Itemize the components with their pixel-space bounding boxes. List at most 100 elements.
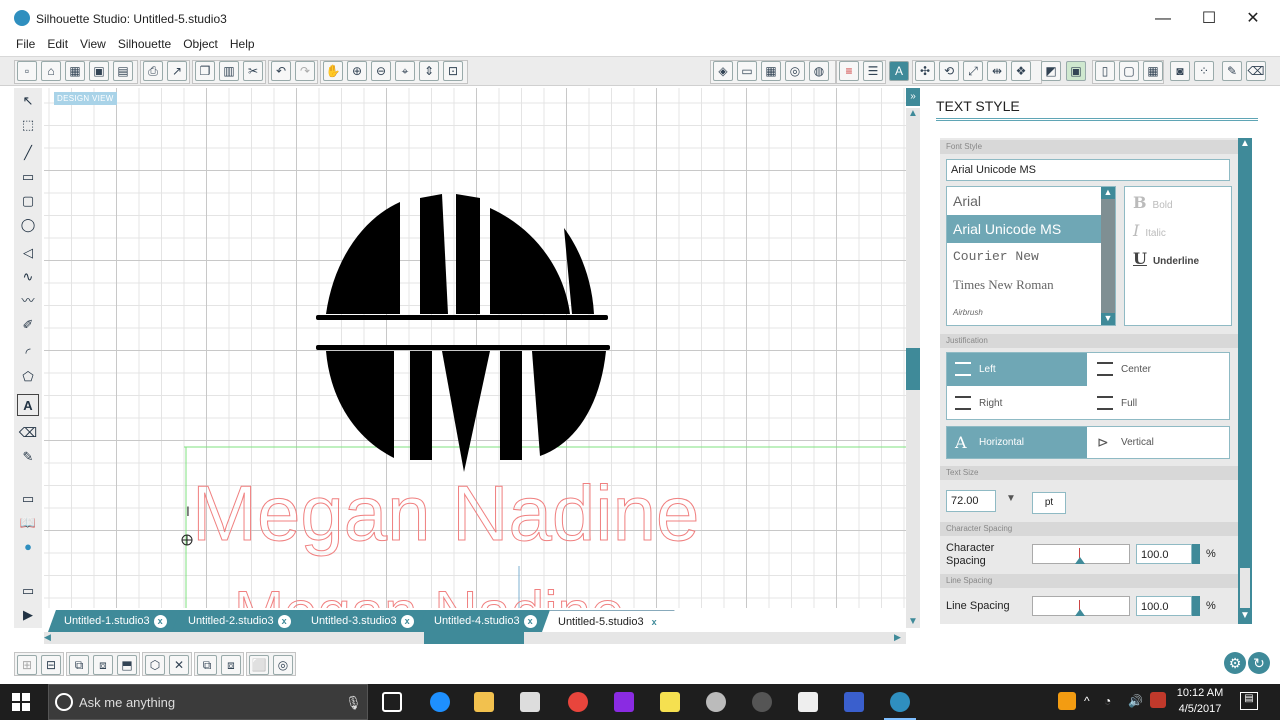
doc-tab-4[interactable]: Untitled-4.studio3 x [418,610,551,632]
tab-close-icon[interactable]: x [277,615,291,628]
scroll-up-icon[interactable]: ▲ [906,108,920,122]
scroll-left-icon[interactable]: ◀ [44,632,56,644]
scroll-down-icon[interactable]: ▼ [906,616,920,628]
doc-tab-3[interactable]: Untitled-3.studio3 x [295,610,428,632]
paint-app-icon[interactable] [614,692,634,712]
doc-tab-5-active[interactable]: Untitled-5.studio3 x [542,610,675,632]
notification-warning-icon[interactable] [1058,692,1076,710]
save-icon[interactable]: ▣ [89,61,109,81]
drag-zoom-icon[interactable]: ⇕ [419,61,439,81]
horizontal-text-button[interactable]: A Horizontal [947,427,1087,458]
tray-chevron-icon[interactable]: ^ [1084,694,1090,708]
duplicate-icon[interactable]: ⧉ [197,655,217,675]
sketch-icon[interactable]: ✎ [1222,61,1242,81]
scale-icon[interactable]: ⤢ [963,61,983,81]
menu-file[interactable]: File [10,34,41,54]
compound-path-icon[interactable]: ⧉ [69,655,89,675]
cut-icon[interactable]: ✂ [243,61,263,81]
line-spacing-spinner[interactable] [1192,596,1200,616]
vertical-scroll-thumb[interactable] [906,348,920,390]
justify-center-button[interactable]: Center [1089,353,1229,386]
bold-option[interactable]: B Bold [1133,193,1173,212]
text-size-input[interactable]: 72.00 [946,490,996,512]
rectangle-tool-icon[interactable]: ▭ [17,166,39,188]
knife-tool-icon[interactable]: ✎ [17,446,39,468]
justify-right-button[interactable]: Right [947,387,1087,420]
copy-icon[interactable]: ❐ [195,61,215,81]
rotate-view-icon[interactable]: ↻ [1248,652,1270,674]
doc-tab-2[interactable]: Untitled-2.studio3 x [172,610,305,632]
horizontal-scrollbar[interactable]: ◀ ▶ [44,632,906,644]
underline-option[interactable]: U Underline [1133,249,1199,268]
minimize-button[interactable]: — [1140,6,1186,32]
replicate-icon[interactable]: ❖ [1011,61,1031,81]
panel-scroll-down-icon[interactable]: ▼ [1238,610,1252,624]
font-item-times-new-roman[interactable]: Times New Roman [947,271,1101,299]
open-folder-icon[interactable]: ⌂ [41,61,61,81]
play-icon[interactable]: ▶ [17,604,39,626]
ungroup-icon[interactable]: ⊟ [41,655,61,675]
freehand-tool-icon[interactable]: 〰 [17,290,39,312]
slider-thumb[interactable] [1075,557,1085,564]
cut-settings-icon[interactable]: ▯ [1095,61,1115,81]
character-spacing-input[interactable]: 100.0 [1136,544,1192,564]
trace-icon[interactable]: ▣ [1066,61,1086,81]
offset-circle-icon[interactable]: ◎ [273,655,293,675]
tab-close-icon[interactable]: x [523,615,537,628]
fit-to-page-icon[interactable]: ⊡ [443,61,463,81]
font-item-airbrush[interactable]: Airbrush [947,299,1101,327]
design-view-icon[interactable]: ⁘ [1194,61,1214,81]
line-tool-icon[interactable]: ╱ [17,142,39,164]
arc-tool-icon[interactable]: ◜ [17,342,39,364]
vertical-text-button[interactable]: ⊳ Vertical [1089,427,1229,458]
line-spacing-input[interactable]: 100.0 [1136,596,1192,616]
menu-view[interactable]: View [74,34,112,54]
text-size-dropdown-icon[interactable]: ▼ [1006,493,1016,504]
obs-icon[interactable] [752,692,772,712]
store-app-icon[interactable] [520,692,540,712]
ellipse-tool-icon[interactable]: ◯ [17,214,39,236]
doc-tab-1[interactable]: Untitled-1.studio3 x [48,610,181,632]
mirror-icon[interactable]: ⧈ [221,655,241,675]
rotate-icon[interactable]: ⟲ [939,61,959,81]
panel-scrollbar[interactable]: ▲ ▼ [1238,138,1252,624]
settings-gear-icon[interactable]: ⚙ [1224,652,1246,674]
bring-front-icon[interactable]: ⬜ [249,655,269,675]
wifi-icon[interactable]: ◔ [1104,694,1111,708]
move-icon[interactable]: ⇹ [987,61,1007,81]
smooth-freehand-icon[interactable]: ✐ [17,314,39,336]
silhouette-taskbar-icon[interactable] [890,692,910,712]
page-setup-icon[interactable]: ▭ [737,61,757,81]
registration-icon[interactable]: ◎ [785,61,805,81]
library-grid-icon[interactable]: ▦ [1143,61,1163,81]
volume-icon[interactable]: 🔊 [1128,694,1143,708]
font-item-arial-unicode-ms[interactable]: Arial Unicode MS [947,215,1101,243]
panel-scroll-thumb[interactable] [1240,568,1250,608]
horizontal-scroll-thumb[interactable] [424,632,524,644]
pan-hand-icon[interactable]: ✋ [323,61,343,81]
font-item-courier-new[interactable]: Courier New [947,243,1101,271]
line-color-icon[interactable]: ≡ [839,61,859,81]
panel-scroll-up-icon[interactable]: ▲ [1238,138,1252,152]
font-scroll-down-icon[interactable]: ▼ [1101,313,1115,325]
menu-help[interactable]: Help [224,34,261,54]
menu-object[interactable]: Object [177,34,224,54]
undo-icon[interactable]: ↶ [271,61,291,81]
new-document-icon[interactable]: ▫ [17,61,37,81]
settings-app-icon[interactable] [706,692,726,712]
edit-points-icon[interactable]: ⬚ [17,114,39,136]
character-spacing-slider[interactable] [1032,544,1130,564]
collapse-panel-icon[interactable]: » [906,88,920,106]
eraser-icon[interactable]: ⌫ [1246,61,1266,81]
chrome-icon[interactable] [568,692,588,712]
tab-close-icon[interactable]: x [153,615,167,628]
sticky-notes-icon[interactable] [660,692,680,712]
task-view-icon[interactable] [382,692,402,712]
group-icon[interactable]: ⊞ [17,655,37,675]
font-item-arial[interactable]: Arial [947,187,1101,215]
slider-thumb[interactable] [1075,609,1085,616]
line-spacing-slider[interactable] [1032,596,1130,616]
font-name-input[interactable]: Arial Unicode MS [946,159,1230,181]
cortana-search-box[interactable]: Ask me anything 🎙 [48,684,368,720]
font-scroll-up-icon[interactable]: ▲ [1101,187,1115,199]
